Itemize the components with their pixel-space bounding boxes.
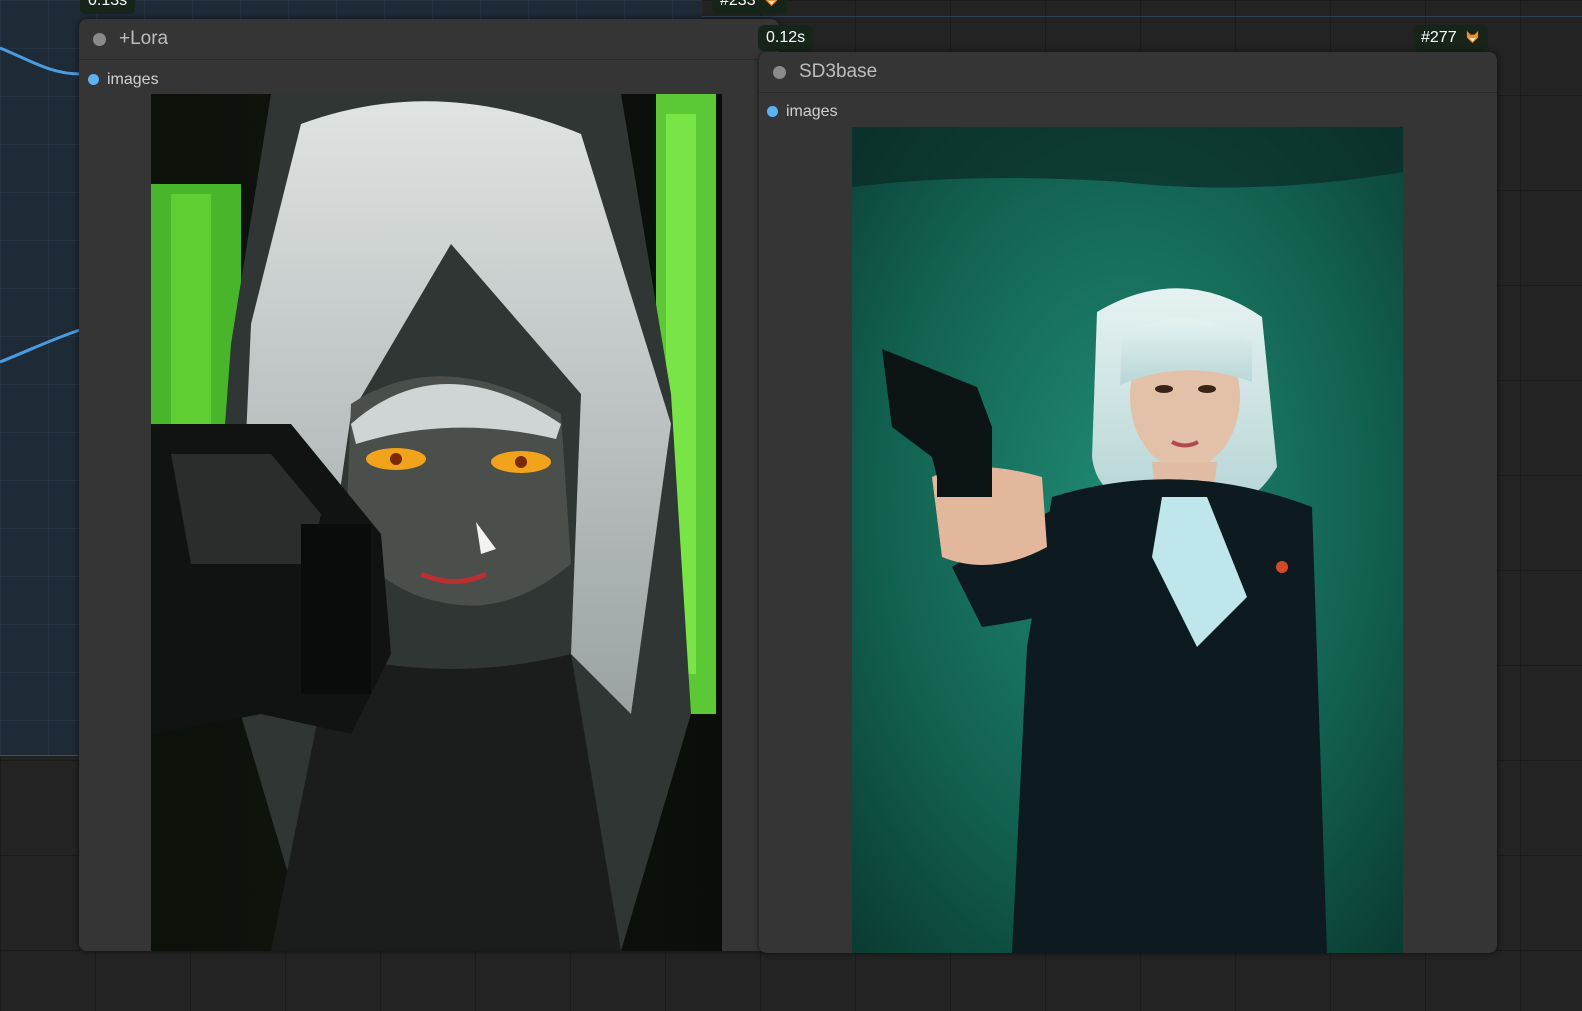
node-title: SD3base: [799, 61, 878, 82]
fox-icon: [765, 0, 778, 7]
wire-lower: [0, 328, 81, 364]
slot-label: images: [786, 103, 838, 120]
node-title: +Lora: [119, 28, 169, 49]
slot-label: images: [107, 71, 159, 88]
slot-connector-dot[interactable]: [767, 106, 778, 117]
preview-image-lora[interactable]: [151, 94, 722, 951]
wire-upper: [0, 46, 81, 76]
preview-image-sd3base[interactable]: [852, 127, 1403, 953]
execution-time-badge-top: 0.13s: [80, 0, 136, 14]
node-id-text: #277: [1421, 29, 1457, 46]
fox-icon: [1466, 30, 1479, 44]
execution-time-text: 0.12s: [766, 29, 806, 46]
node-status-dot[interactable]: [93, 33, 106, 46]
node-id-text: #233: [720, 0, 756, 9]
connection-wires: [0, 46, 81, 364]
execution-time-text: 0.13s: [88, 0, 128, 9]
node-lora-preview[interactable]: +Lora images: [79, 19, 779, 951]
photo-gunwoman-image: [852, 127, 1403, 953]
graph-canvas[interactable]: 0.13s #233 +Lora images 0.12s #277 SD3ba…: [0, 0, 1582, 1011]
node-id-badge-top: #233: [712, 0, 788, 14]
anime-gunwoman-image: [151, 94, 722, 951]
slot-connector-dot[interactable]: [88, 74, 99, 85]
node-id-badge: #277: [1413, 25, 1489, 51]
node-header[interactable]: +Lora: [79, 19, 779, 60]
execution-time-badge: 0.12s: [758, 25, 814, 51]
node-sd3base-preview[interactable]: SD3base images: [759, 52, 1497, 953]
node-header[interactable]: SD3base: [759, 52, 1497, 93]
node-status-dot[interactable]: [773, 66, 786, 79]
group-border-line: [702, 16, 1582, 17]
